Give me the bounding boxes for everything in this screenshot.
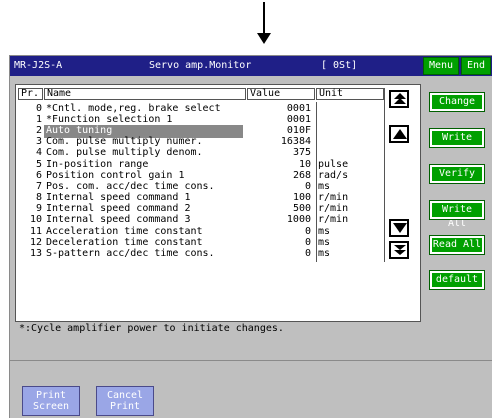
divider bbox=[10, 360, 492, 361]
page-down-button[interactable] bbox=[389, 241, 409, 259]
servo-monitor-screen: MR-J2S-A Servo amp.Monitor [ 0St] Menu E… bbox=[9, 55, 492, 418]
line-up-button[interactable] bbox=[389, 125, 409, 143]
cancel-print-label-1: Cancel bbox=[106, 390, 144, 401]
row-pr: 7 bbox=[35, 181, 42, 192]
row-pr: 13 bbox=[29, 248, 42, 259]
verify-button[interactable]: Verify bbox=[429, 164, 485, 184]
double-up-arrow-icon bbox=[394, 93, 406, 104]
row-value: 0 bbox=[304, 237, 311, 248]
read-all-button[interactable]: Read All bbox=[429, 235, 485, 255]
row-value: 500 bbox=[292, 203, 311, 214]
row-pr: 6 bbox=[35, 170, 42, 181]
row-pr: 3 bbox=[35, 136, 42, 147]
row-unit: ms bbox=[318, 237, 331, 248]
row-unit: ms bbox=[318, 248, 331, 259]
station-label: [ 0St] bbox=[321, 60, 358, 71]
row-value: 0 bbox=[304, 181, 311, 192]
row-unit: r/min bbox=[318, 192, 349, 203]
title-bar: MR-J2S-A Servo amp.Monitor [ 0St] Menu E… bbox=[10, 56, 492, 76]
row-value: 100 bbox=[292, 192, 311, 203]
change-button[interactable]: Change bbox=[429, 92, 485, 112]
row-pr: 9 bbox=[35, 203, 42, 214]
menu-button[interactable]: Menu bbox=[423, 57, 459, 75]
write-all-button[interactable]: Write All bbox=[429, 200, 485, 229]
row-unit: ms bbox=[318, 181, 331, 192]
row-pr: 0 bbox=[35, 103, 42, 114]
down-arrow-icon bbox=[393, 223, 407, 233]
row-value: 0001 bbox=[286, 103, 311, 114]
model-label: MR-J2S-A bbox=[14, 60, 63, 71]
row-pr: 12 bbox=[29, 237, 42, 248]
print-screen-button[interactable]: Print Screen bbox=[22, 386, 80, 416]
scroll-area-divider bbox=[384, 88, 385, 262]
row-value: 0001 bbox=[286, 114, 311, 125]
write-button[interactable]: Write bbox=[429, 128, 485, 148]
row-pr: 4 bbox=[35, 147, 42, 158]
arrow-shaft bbox=[263, 2, 265, 34]
screen-title: Servo amp.Monitor bbox=[149, 60, 252, 71]
cancel-print-button[interactable]: Cancel Print bbox=[96, 386, 154, 416]
row-unit: rad/s bbox=[318, 170, 349, 181]
row-pr: 10 bbox=[29, 214, 42, 225]
column-header-unit: Unit bbox=[316, 88, 384, 100]
print-screen-label-2: Screen bbox=[32, 401, 70, 412]
row-pr: 2 bbox=[35, 125, 42, 136]
column-divider bbox=[316, 102, 317, 262]
row-name: S-pattern acc/dec time cons. bbox=[46, 248, 215, 259]
row-pr: 11 bbox=[29, 226, 42, 237]
parameter-table: Pr. Name Value Unit 0 *Cntl. mode,reg. b… bbox=[15, 84, 421, 322]
row-pr: 1 bbox=[35, 114, 42, 125]
down-arrow-icon bbox=[257, 0, 271, 46]
page-up-button[interactable] bbox=[389, 90, 409, 108]
row-unit: pulse bbox=[318, 159, 349, 170]
double-down-arrow-icon bbox=[394, 245, 406, 255]
up-arrow-icon bbox=[393, 129, 407, 139]
row-unit: r/min bbox=[318, 203, 349, 214]
row-value: 1000 bbox=[286, 214, 311, 225]
default-button[interactable]: default bbox=[429, 270, 485, 290]
row-pr: 8 bbox=[35, 192, 42, 203]
column-header-pr: Pr. bbox=[18, 88, 43, 100]
row-value: 375 bbox=[292, 147, 311, 158]
column-header-name: Name bbox=[44, 88, 246, 100]
row-pr: 5 bbox=[35, 159, 42, 170]
row-value: 268 bbox=[292, 170, 311, 181]
row-value: 010F bbox=[286, 125, 311, 136]
row-unit: r/min bbox=[318, 214, 349, 225]
column-header-value: Value bbox=[247, 88, 315, 100]
print-screen-label-1: Print bbox=[35, 390, 67, 401]
power-cycle-note: *:Cycle amplifier power to initiate chan… bbox=[19, 323, 284, 334]
line-down-button[interactable] bbox=[389, 219, 409, 237]
row-value: 16384 bbox=[280, 136, 311, 147]
row-value: 0 bbox=[304, 226, 311, 237]
row-value: 0 bbox=[304, 248, 311, 259]
row-value: 10 bbox=[298, 159, 311, 170]
cancel-print-label-2: Print bbox=[109, 401, 141, 412]
row-unit: ms bbox=[318, 226, 331, 237]
end-button[interactable]: End bbox=[461, 57, 491, 75]
arrow-head bbox=[257, 33, 271, 44]
